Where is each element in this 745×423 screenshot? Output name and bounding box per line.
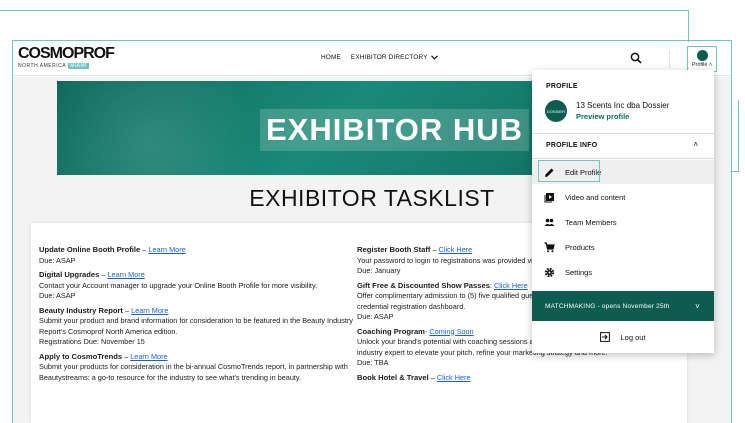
task-title: Book Hotel & Travel (357, 372, 429, 382)
annotation-line-top (0, 10, 689, 11)
cart-icon (544, 241, 555, 253)
task-title: Register Booth Staff (357, 245, 431, 254)
main-nav: HOME EXHIBITOR DIRECTORY (321, 54, 438, 61)
task-title: Update Online Booth Profile (39, 245, 141, 254)
task-title: Coaching Program (357, 326, 425, 336)
preview-profile-link[interactable]: Preview profile (576, 112, 669, 121)
profile-avatar (696, 50, 708, 61)
nav-home[interactable]: HOME (321, 54, 341, 61)
annotation-line-vertical (688, 10, 689, 44)
menu-item-video-content[interactable]: Video and content (532, 185, 714, 209)
profile-dropdown: PROFILE DOSSIER 13 Scents Inc dba Dossie… (532, 70, 714, 353)
video-icon (544, 192, 555, 203)
dropdown-divider (532, 133, 714, 134)
annotation-line-right (738, 100, 739, 172)
logout-button[interactable]: Log out (532, 321, 714, 353)
menu-item-settings[interactable]: Settings (532, 260, 714, 284)
task-separator: – (430, 245, 439, 254)
task-detail: Submit your products for consideration i… (39, 362, 348, 382)
task-link[interactable]: Learn More (131, 306, 168, 315)
hero-title: EXHIBITOR HUB (260, 109, 530, 151)
task-link[interactable]: Learn More (130, 352, 167, 361)
menu-item-label: Team Members (565, 217, 617, 227)
chevron-down-icon: ˅ (695, 301, 700, 311)
task-title: Digital Upgrades (39, 270, 100, 279)
task-detail: Due: ASAP (39, 291, 76, 300)
nav-exhibitor-directory[interactable]: EXHIBITOR DIRECTORY (351, 54, 438, 61)
task-link[interactable]: Learn More (148, 245, 185, 254)
task-link[interactable]: Coming Soon (429, 327, 473, 336)
chevron-up-icon: ˄ (708, 62, 713, 68)
edit-profile-highlight (538, 160, 600, 182)
task-detail: Contact your Account manager to upgrade … (39, 280, 318, 290)
logout-label: Log out (620, 332, 646, 342)
profile-info-heading[interactable]: PROFILE INFO (546, 142, 597, 149)
profile-label: Profile (691, 62, 708, 68)
task-separator: – (122, 305, 132, 315)
task-link[interactable]: Click Here (494, 281, 528, 290)
logo-wordmark: COSMOPROF (18, 45, 115, 62)
task-detail: Registrations Due: November 15 (39, 337, 145, 346)
menu-item-label: Products (565, 242, 595, 252)
company-name: 13 Scents Inc dba Dossier (576, 101, 670, 110)
nav-exhibitor-directory-label: EXHIBITOR DIRECTORY (350, 54, 428, 61)
logo-subtitle: NORTH AMERICA (18, 63, 67, 69)
task-title: Beauty Industry Report (39, 305, 123, 315)
task-link[interactable]: Learn More (107, 270, 144, 279)
tasklist-left-column: Update Online Booth Profile – Learn More… (39, 245, 369, 387)
matchmaking-label: MATCHMAKING - opens November 25th (545, 302, 670, 310)
menu-item-label: Video and content (565, 192, 626, 202)
task-link[interactable]: Click Here (437, 373, 471, 382)
task-detail: Submit your product and brand informatio… (39, 316, 353, 336)
menu-item-label: Settings (565, 267, 593, 277)
header-divider (669, 50, 670, 68)
chevron-up-icon[interactable]: ˄ (693, 140, 698, 149)
company-card: DOSSIER 13 Scents Inc dba Dossier Previe… (545, 100, 669, 122)
task-separator: – (428, 372, 437, 382)
profile-menu-button[interactable]: Profile ˄ (687, 46, 717, 72)
task-title: Apply to CosmoTrends (39, 351, 123, 361)
dropdown-divider (532, 158, 714, 159)
task-detail: Due: ASAP (39, 255, 76, 265)
people-icon (544, 217, 555, 228)
task-item: Beauty Industry Report – Learn More Submi… (39, 306, 369, 348)
matchmaking-toggle[interactable]: MATCHMAKING - opens November 25th ˅ (532, 291, 714, 321)
task-item: Digital Upgrades – Learn More Contact you… (39, 270, 369, 302)
profile-heading: PROFILE (546, 83, 578, 90)
logo-tag: MIAMI (68, 63, 90, 69)
company-avatar: DOSSIER (545, 100, 567, 122)
task-title: Gift Free & Discounted Show Passes (357, 280, 490, 290)
task-link[interactable]: Click Here (439, 245, 473, 254)
menu-item-team-members[interactable]: Team Members (532, 210, 714, 234)
menu-item-products[interactable]: Products (532, 235, 714, 259)
chevron-down-icon (430, 55, 438, 60)
task-detail: Due: TBA (357, 358, 389, 367)
task-item: Apply to CosmoTrends – Learn More Submit … (39, 352, 369, 384)
search-icon[interactable] (630, 52, 642, 64)
task-item: Update Online Booth Profile – Learn More… (39, 245, 369, 266)
gear-icon (544, 267, 555, 278)
cosmoprof-logo[interactable]: COSMOPROF NORTH AMERICA MIAMI (18, 45, 115, 72)
logout-icon (600, 332, 611, 342)
task-item: Book Hotel & Travel – Click Here (357, 373, 687, 384)
